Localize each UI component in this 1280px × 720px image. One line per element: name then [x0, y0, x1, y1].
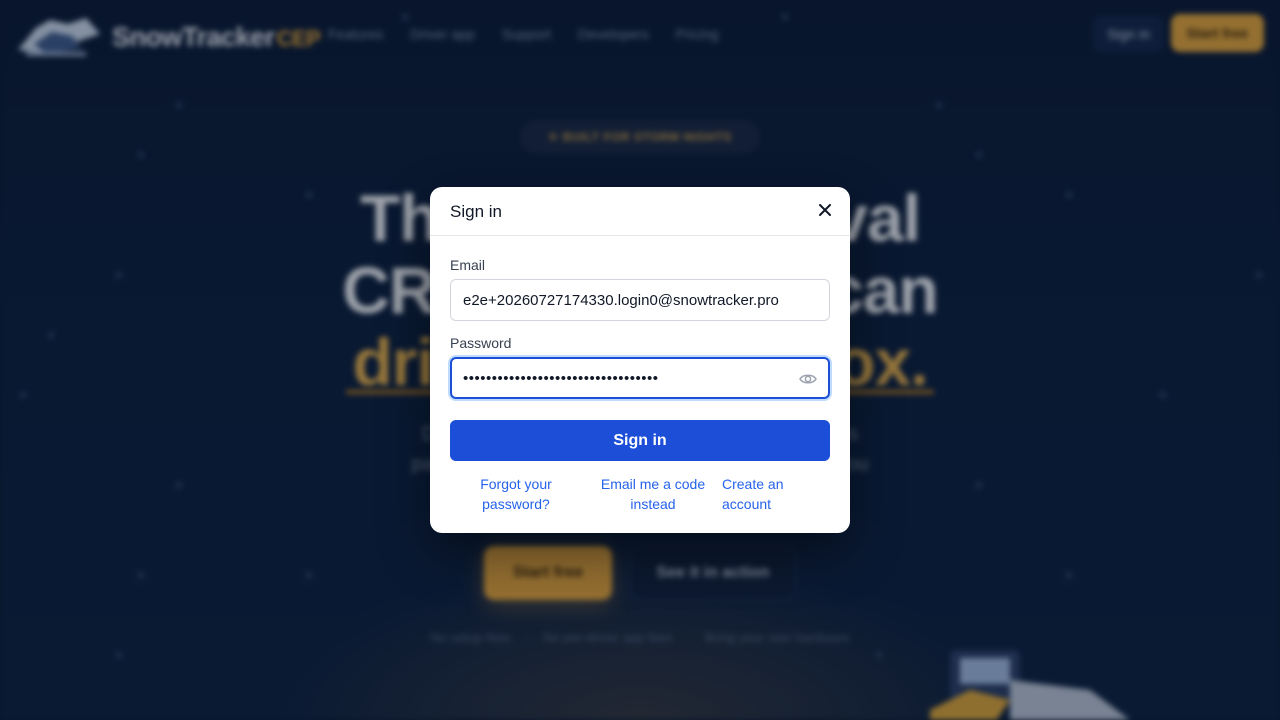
close-button[interactable] [814, 199, 836, 221]
email-label: Email [450, 257, 486, 273]
password-field[interactable] [452, 359, 828, 397]
close-icon [819, 204, 831, 216]
email-code-link[interactable]: Email me a code instead [598, 474, 708, 514]
forgot-password-link[interactable]: Forgot your password? [476, 474, 556, 514]
eye-icon[interactable] [798, 369, 818, 389]
dialog-header: Sign in [430, 187, 850, 236]
email-field-wrapper [450, 279, 830, 321]
password-label: Password [450, 335, 512, 351]
sign-in-dialog: Sign in Email Password Sign in Forgot yo… [430, 187, 850, 533]
create-account-link[interactable]: Create an account [722, 474, 788, 514]
sign-in-submit-button[interactable]: Sign in [450, 420, 830, 461]
dialog-title: Sign in [450, 202, 502, 221]
email-field[interactable] [451, 280, 829, 320]
password-field-wrapper [450, 357, 830, 399]
